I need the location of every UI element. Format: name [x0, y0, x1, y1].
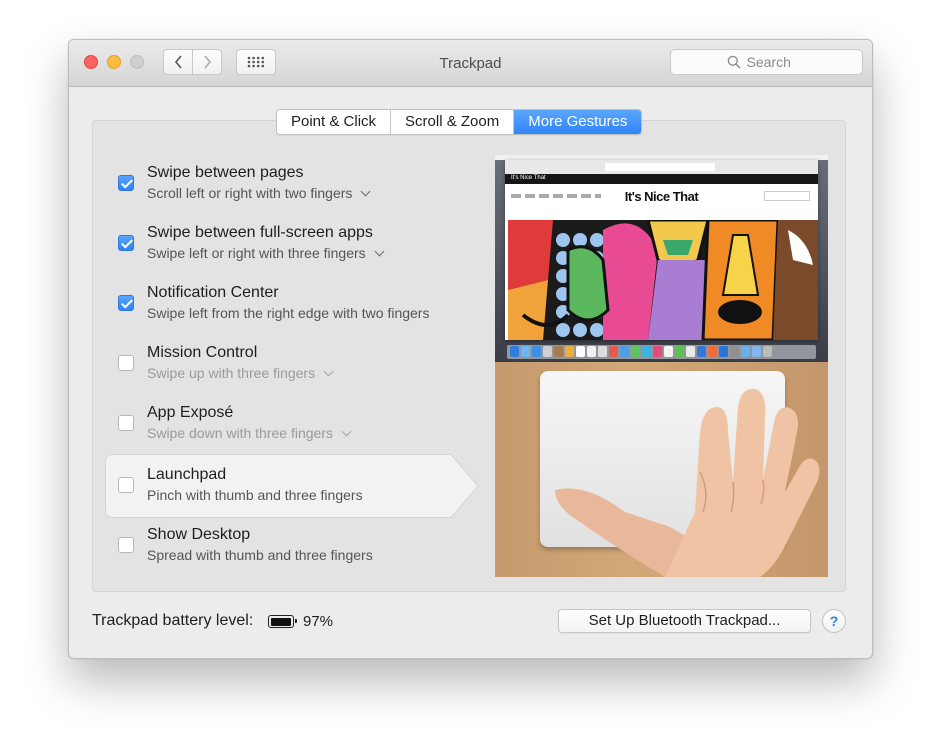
checkbox-app-expose[interactable] — [118, 415, 134, 431]
grid-icon — [247, 56, 265, 68]
gestures-panel: Swipe between pages Scroll left or right … — [92, 120, 846, 592]
checkbox-show-desktop[interactable] — [118, 537, 134, 553]
chevron-down-icon[interactable] — [360, 186, 371, 197]
gesture-subtitle-text: Swipe left or right with three fingers — [147, 245, 366, 261]
battery-percent: 97% — [303, 613, 334, 630]
preview-hand — [555, 388, 820, 577]
chevron-down-icon[interactable] — [374, 246, 385, 257]
gesture-title: Swipe between full-screen apps — [147, 224, 373, 241]
preview-screen: It's Nice That It's Nice That — [495, 155, 828, 362]
chevron-left-icon — [174, 55, 182, 69]
gesture-subtitle: Swipe left from the right edge with two … — [147, 305, 429, 321]
preview-browser: It's Nice That It's Nice That — [505, 160, 818, 340]
gesture-title: Mission Control — [147, 344, 258, 361]
preview-site-bar: It's Nice That — [511, 175, 546, 181]
gesture-row-show-desktop[interactable]: Show Desktop Spread with thumb and three … — [105, 514, 465, 574]
close-button[interactable] — [84, 55, 98, 69]
gesture-title: App Exposé — [147, 404, 234, 421]
search-icon — [727, 55, 741, 69]
gesture-subtitle: Pinch with thumb and three fingers — [147, 487, 363, 503]
chevron-down-icon[interactable] — [341, 426, 352, 437]
checkbox-swipe-between-full-screen-apps[interactable] — [118, 235, 134, 251]
gesture-subtitle-text: Spread with thumb and three fingers — [147, 547, 373, 563]
gesture-subtitle[interactable]: Swipe up with three fingers — [147, 365, 334, 381]
zoom-button[interactable] — [130, 55, 144, 69]
search-field[interactable] — [670, 49, 863, 75]
gesture-title: Show Desktop — [147, 526, 251, 543]
title-bar: Trackpad — [69, 40, 872, 87]
gesture-row-notification-center[interactable]: Notification Center Swipe left from the r… — [105, 272, 465, 332]
gesture-subtitle[interactable]: Scroll left or right with two fingers — [147, 185, 371, 201]
battery-icon — [268, 615, 297, 628]
forward-button[interactable] — [192, 49, 222, 75]
tab-bar: Point & Click Scroll & Zoom More Gestures — [276, 109, 643, 135]
gesture-subtitle-text: Swipe left from the right edge with two … — [147, 305, 430, 321]
preview-table — [495, 362, 828, 577]
gesture-row-app-expose[interactable]: App Exposé Swipe down with three fingers — [105, 392, 465, 452]
preview-artwork — [508, 220, 818, 340]
tab-scroll-zoom[interactable]: Scroll & Zoom — [391, 110, 515, 134]
gesture-subtitle: Spread with thumb and three fingers — [147, 547, 373, 563]
gesture-subtitle[interactable]: Swipe down with three fingers — [147, 425, 352, 441]
gesture-row-launchpad[interactable]: Launchpad Pinch with thumb and three fing… — [105, 454, 465, 514]
battery-label: Trackpad battery level: — [92, 612, 254, 629]
gesture-preview-video: It's Nice That It's Nice That — [495, 155, 828, 577]
trackpad-window: Trackpad Swipe between pages Scroll left … — [68, 39, 873, 659]
checkbox-notification-center[interactable] — [118, 295, 134, 311]
gesture-subtitle-text: Pinch with thumb and three fingers — [147, 487, 363, 503]
gesture-row-swipe-between-full-screen-apps[interactable]: Swipe between full-screen apps Swipe left… — [105, 212, 465, 272]
chevron-right-icon — [203, 55, 211, 69]
preview-dock — [507, 345, 816, 359]
gesture-title: Launchpad — [147, 466, 227, 483]
gesture-subtitle-text: Swipe up with three fingers — [147, 365, 316, 381]
tab-point-click[interactable]: Point & Click — [277, 110, 392, 134]
setup-bluetooth-trackpad-button[interactable]: Set Up Bluetooth Trackpad... — [558, 609, 811, 633]
preview-site-title: It's Nice That — [624, 189, 699, 204]
checkbox-mission-control[interactable] — [118, 355, 134, 371]
show-all-button[interactable] — [236, 49, 276, 75]
chevron-down-icon[interactable] — [323, 366, 334, 377]
gesture-row-mission-control[interactable]: Mission Control Swipe up with three finge… — [105, 332, 465, 392]
gesture-row-swipe-between-pages[interactable]: Swipe between pages Scroll left or right … — [105, 152, 465, 212]
tab-more-gestures[interactable]: More Gestures — [514, 110, 642, 134]
gesture-subtitle-text: Scroll left or right with two fingers — [147, 185, 353, 201]
search-input[interactable] — [746, 54, 807, 70]
gesture-title: Swipe between pages — [147, 164, 304, 181]
checkbox-swipe-between-pages[interactable] — [118, 175, 134, 191]
back-button[interactable] — [163, 49, 193, 75]
gesture-title: Notification Center — [147, 284, 279, 301]
checkbox-launchpad[interactable] — [118, 477, 134, 493]
help-button[interactable]: ? — [822, 609, 846, 633]
minimize-button[interactable] — [107, 55, 121, 69]
gesture-subtitle[interactable]: Swipe left or right with three fingers — [147, 245, 385, 261]
gesture-subtitle-text: Swipe down with three fingers — [147, 425, 333, 441]
